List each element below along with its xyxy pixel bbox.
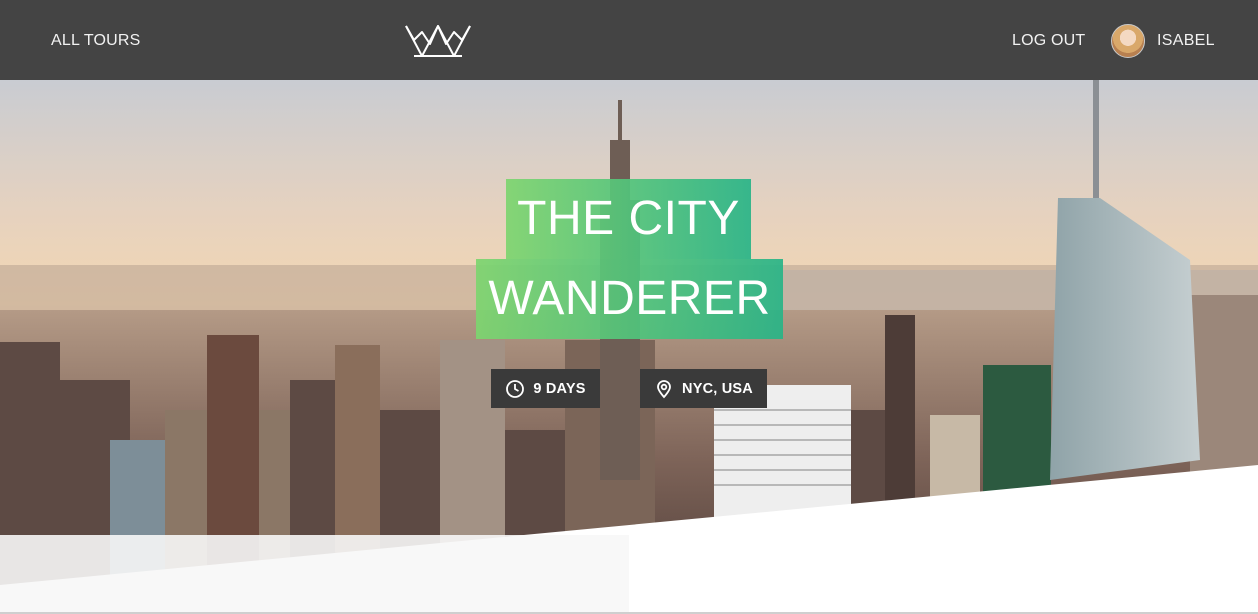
user-name[interactable]: ISABEL [1157,32,1215,50]
all-tours-link[interactable]: ALL TOURS [51,32,141,50]
tour-title-line-1: THE CITY [506,179,751,259]
tour-title-line-2: WANDERER [476,259,783,339]
user-menu[interactable]: ISABEL [1111,23,1215,59]
duration-text: 9 DAYS [533,380,586,397]
location-badge: NYC, USA [640,369,767,408]
avatar[interactable] [1111,24,1145,58]
site-header: ALL TOURS LOG OUT ISABEL [0,0,1258,80]
logout-link[interactable]: LOG OUT [1012,32,1085,50]
hero-section: THE CITY WANDERER 9 DAYS NYC, USA [0,80,1258,614]
duration-badge: 9 DAYS [491,369,600,408]
clock-icon [506,379,525,398]
location-text: NYC, USA [682,380,753,397]
map-pin-icon [657,379,671,398]
crown-logo-icon[interactable] [404,20,472,60]
hero-slant [0,465,1258,614]
